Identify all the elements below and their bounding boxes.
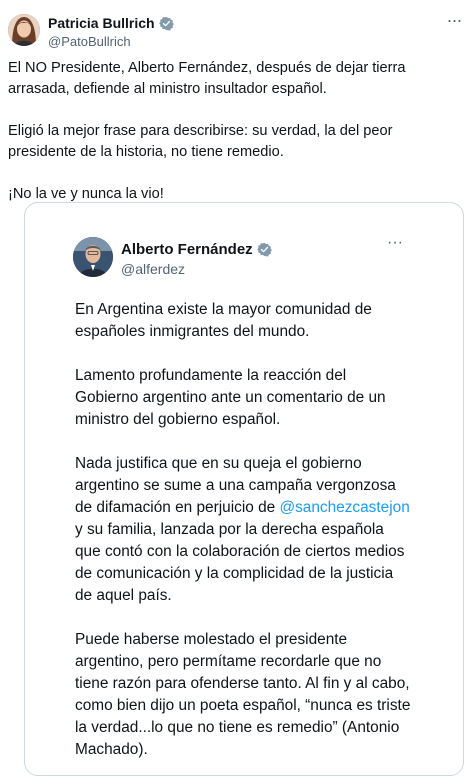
author-info: Patricia Bullrich @PatoBullrich [48, 14, 174, 49]
quoted-author-name[interactable]: Alberto Fernández [121, 241, 253, 258]
avatar-image [8, 14, 40, 46]
quoted-author-info: Alberto Fernández @alferdez [121, 240, 272, 277]
quoted-paragraph: Puede haberse molestado el presidente ar… [75, 631, 411, 758]
paragraph-text: y su familia, lanzada por la derecha esp… [75, 521, 405, 604]
quoted-paragraph: Lamento profundamente la reacción del Go… [75, 367, 386, 428]
mention-link[interactable]: @sanchezcastejon [279, 499, 409, 516]
quoted-author-handle[interactable]: @alferdez [121, 261, 272, 277]
quoted-post-text: En Argentina existe la mayor comunidad d… [75, 299, 413, 783]
author-name[interactable]: Patricia Bullrich [48, 15, 155, 31]
quoted-post-header: Alberto Fernández @alferdez [73, 237, 403, 281]
author-name-row: Patricia Bullrich [48, 14, 174, 32]
more-options-icon[interactable]: ··· [442, 11, 466, 32]
post-paragraph: Eligió la mejor frase para describirse: … [8, 123, 393, 160]
verified-badge-icon [158, 16, 174, 31]
author-handle[interactable]: @PatoBullrich [48, 34, 174, 49]
quoted-paragraph: Nada justifica que en su queja el gobier… [75, 453, 413, 607]
avatar[interactable] [8, 14, 40, 46]
quoted-author-name-row: Alberto Fernández [121, 240, 272, 258]
quoted-avatar[interactable] [73, 237, 113, 277]
post: Patricia Bullrich @PatoBullrich ··· El N… [0, 0, 474, 782]
quoted-avatar-image [73, 237, 113, 277]
post-text: El NO Presidente, Alberto Fernández, des… [8, 58, 464, 226]
post-header: Patricia Bullrich @PatoBullrich ··· [8, 10, 466, 50]
quoted-post-card[interactable]: Alberto Fernández @alferdez ··· En Argen… [24, 202, 464, 776]
verified-badge-icon [256, 242, 272, 257]
quoted-paragraph: En Argentina existe la mayor comunidad d… [75, 301, 372, 340]
more-options-icon[interactable]: ··· [384, 235, 406, 254]
post-paragraph: El NO Presidente, Alberto Fernández, des… [8, 60, 406, 97]
